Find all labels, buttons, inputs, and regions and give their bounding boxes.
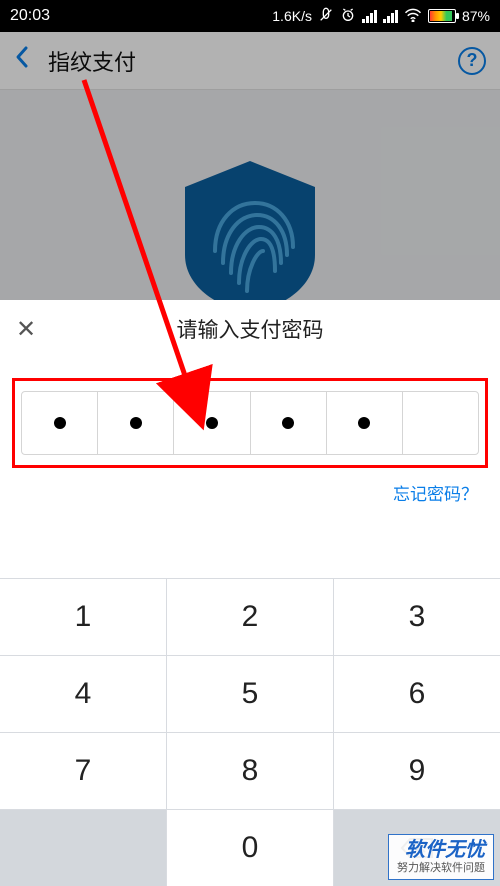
- battery-icon: [428, 9, 456, 23]
- wifi-icon: [404, 8, 422, 25]
- keypad-key-3[interactable]: 3: [334, 579, 500, 655]
- status-net-speed: 1.6K/s: [272, 8, 312, 24]
- keypad-key-9[interactable]: 9: [334, 733, 500, 809]
- app-header: 指纹支付 ?: [0, 32, 500, 90]
- keypad-key-0[interactable]: 0: [167, 810, 333, 886]
- fingerprint-logo-area: [0, 90, 500, 330]
- keypad-key-2[interactable]: 2: [167, 579, 333, 655]
- keypad-blank: [0, 810, 166, 886]
- password-sheet: ✕ 请输入支付密码 忘记密码？ 123 456 7890 软件无忧 努力解决软件问题: [0, 300, 500, 886]
- watermark-subtitle: 努力解决软件问题: [397, 862, 485, 875]
- alarm-icon: [340, 7, 356, 26]
- pin-dot-icon: [282, 417, 294, 429]
- status-time: 20:03: [10, 7, 50, 25]
- signal-icon-1: [362, 9, 377, 23]
- pin-cell: [251, 392, 327, 454]
- pin-cell: [174, 392, 250, 454]
- keypad-key-1[interactable]: 1: [0, 579, 166, 655]
- watermark-title: 软件无忧: [397, 839, 485, 862]
- keypad-key-4[interactable]: 4: [0, 656, 166, 732]
- pin-input[interactable]: [21, 391, 479, 455]
- forgot-row: 忘记密码？: [0, 476, 500, 505]
- battery-percent: 87%: [462, 8, 490, 24]
- back-button[interactable]: [14, 45, 30, 76]
- watermark: 软件无忧 努力解决软件问题: [388, 834, 494, 880]
- sheet-header: ✕ 请输入支付密码: [0, 300, 500, 358]
- pin-highlight-box: [12, 378, 488, 468]
- forgot-password-link[interactable]: 忘记密码？: [393, 480, 478, 505]
- pin-dot-icon: [130, 417, 142, 429]
- page-title: 指纹支付: [48, 45, 136, 77]
- close-button[interactable]: ✕: [16, 315, 46, 344]
- sheet-title: 请输入支付密码: [46, 314, 454, 344]
- keypad-key-7[interactable]: 7: [0, 733, 166, 809]
- pin-cell: [98, 392, 174, 454]
- pin-cell: [22, 392, 98, 454]
- keypad-key-8[interactable]: 8: [167, 733, 333, 809]
- status-right-cluster: 1.6K/s 87%: [272, 7, 490, 26]
- pin-cell: [327, 392, 403, 454]
- status-bar: 20:03 1.6K/s 87%: [0, 0, 500, 32]
- mute-icon: [318, 7, 334, 26]
- pin-dot-icon: [358, 417, 370, 429]
- keypad-key-6[interactable]: 6: [334, 656, 500, 732]
- fingerprint-shield-icon: [175, 155, 325, 320]
- signal-icon-2: [383, 9, 398, 23]
- screen: 指纹支付 ?: [0, 32, 500, 886]
- pin-cell: [403, 392, 478, 454]
- pin-dot-icon: [54, 417, 66, 429]
- help-button[interactable]: ?: [458, 47, 486, 75]
- pin-dot-icon: [206, 417, 218, 429]
- keypad-key-5[interactable]: 5: [167, 656, 333, 732]
